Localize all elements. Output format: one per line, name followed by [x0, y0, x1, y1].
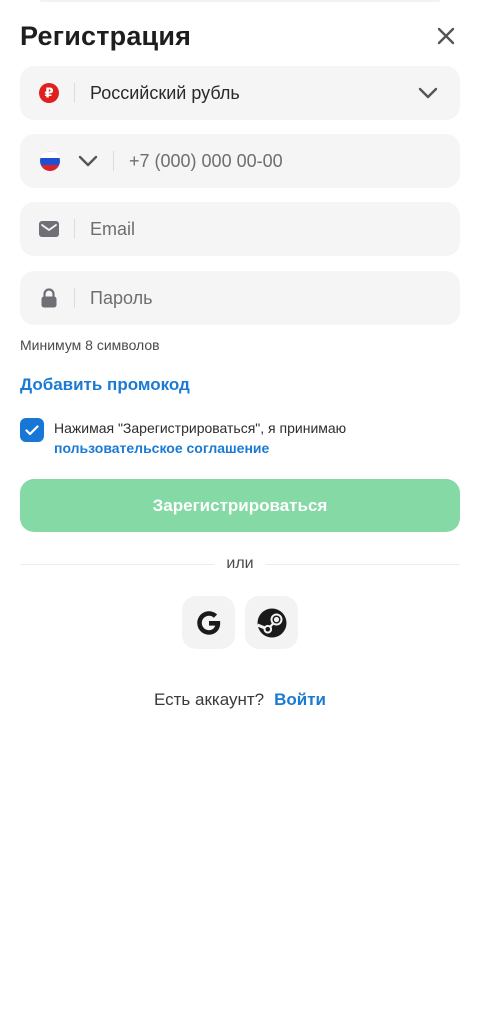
- social-login: [0, 596, 480, 649]
- divider-line: [20, 563, 215, 565]
- sheet-top-edge: [40, 0, 440, 2]
- russia-flag-icon[interactable]: [40, 151, 60, 171]
- header: Регистрация: [20, 18, 460, 54]
- have-account-text: Есть аккаунт?: [153, 690, 265, 709]
- chevron-down-icon: [418, 87, 438, 99]
- or-label: или: [226, 555, 254, 572]
- terms-text: Нажимая "Зарегистрироваться", я принимаю: [54, 420, 347, 436]
- country-chevron-down-icon[interactable]: [78, 155, 98, 167]
- close-button[interactable]: [432, 22, 460, 50]
- terms-row: Нажимая "Зарегистрироваться", я принимаю…: [20, 418, 460, 458]
- currency-select[interactable]: ₽ Российский рубль: [20, 66, 460, 120]
- ruble-icon: ₽: [39, 83, 59, 103]
- currency-value: Российский рубль: [90, 82, 240, 103]
- login-link[interactable]: Войти: [274, 690, 326, 710]
- svg-text:₽: ₽: [44, 87, 53, 102]
- field-separator: [74, 219, 75, 239]
- google-login-button[interactable]: [182, 596, 235, 649]
- terms-checkbox[interactable]: [20, 418, 44, 442]
- terms-text-block: Нажимая "Зарегистрироваться", я принимаю…: [54, 418, 346, 458]
- register-button[interactable]: Зарегистрироваться: [20, 479, 460, 532]
- steam-login-button[interactable]: [245, 596, 298, 649]
- password-input[interactable]: [90, 287, 460, 309]
- password-hint: Минимум 8 символов: [20, 337, 160, 353]
- password-field: [20, 271, 460, 325]
- login-row: Есть аккаунт? Войти: [0, 690, 480, 710]
- email-input[interactable]: [90, 218, 460, 240]
- mail-icon: [39, 219, 59, 239]
- close-icon: [437, 27, 455, 45]
- field-separator: [74, 83, 75, 103]
- email-field: [20, 202, 460, 256]
- steam-icon: [256, 608, 286, 637]
- divider-line: [265, 563, 460, 565]
- google-icon: [196, 610, 220, 635]
- field-separator: [74, 288, 75, 308]
- phone-input[interactable]: [129, 150, 460, 172]
- phone-field: [20, 134, 460, 188]
- user-agreement-link[interactable]: пользовательское соглашение: [54, 438, 346, 458]
- checkmark-icon: [25, 424, 39, 435]
- field-separator: [113, 151, 114, 171]
- or-divider: или: [20, 554, 460, 574]
- page-title: Регистрация: [20, 20, 192, 51]
- add-promo-link[interactable]: Добавить промокод: [20, 375, 190, 395]
- lock-icon: [39, 288, 59, 308]
